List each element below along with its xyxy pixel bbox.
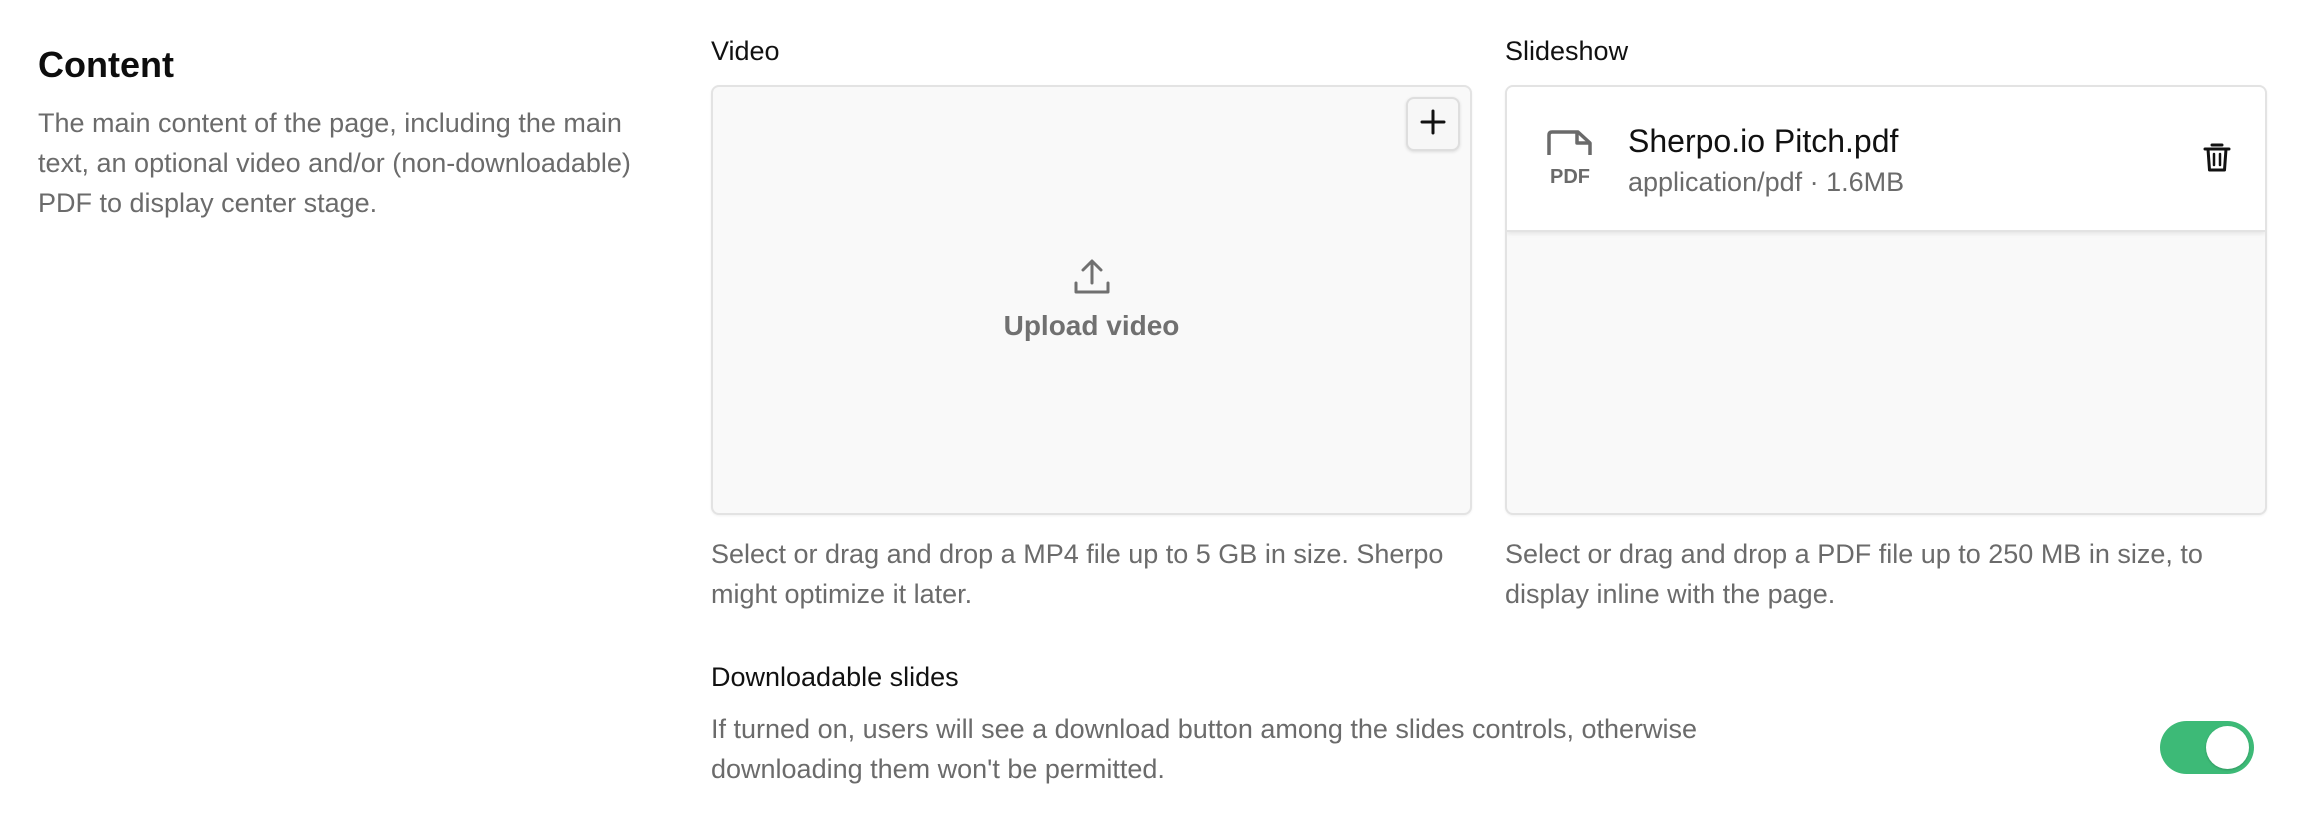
plus-icon (1419, 108, 1447, 141)
slideshow-dropzone[interactable]: PDF Sherpo.io Pitch.pdf application/pdf … (1505, 85, 2267, 515)
slideshow-file-item[interactable]: PDF Sherpo.io Pitch.pdf application/pdf … (1507, 87, 2265, 232)
delete-file-button[interactable] (2199, 141, 2235, 177)
pdf-file-icon: PDF (1545, 129, 1597, 192)
file-meta: application/pdf · 1.6MB (1628, 167, 1905, 197)
section-title: Content (38, 44, 174, 85)
downloadable-slides-label: Downloadable slides (711, 662, 959, 692)
downloadable-slides-toggle[interactable] (2160, 721, 2254, 774)
video-help-text: Select or drag and drop a MP4 file up to… (711, 539, 1444, 609)
slideshow-help-text: Select or drag and drop a PDF file up to… (1505, 539, 2203, 609)
video-dropzone[interactable]: Upload video (711, 85, 1472, 515)
upload-video-button[interactable]: Upload video (713, 257, 1470, 342)
upload-video-label: Upload video (1003, 310, 1180, 341)
downloadable-slides-help: If turned on, users will see a download … (711, 714, 1698, 784)
slideshow-label: Slideshow (1505, 36, 1629, 66)
toggle-knob (2206, 726, 2249, 769)
svg-text:PDF: PDF (1550, 166, 1590, 187)
add-video-button[interactable] (1406, 97, 1460, 151)
trash-icon (2203, 141, 2231, 178)
file-name: Sherpo.io Pitch.pdf (1628, 123, 1899, 159)
section-description: The main content of the page, including … (38, 108, 631, 218)
video-label: Video (711, 36, 780, 66)
upload-icon (1072, 257, 1112, 302)
